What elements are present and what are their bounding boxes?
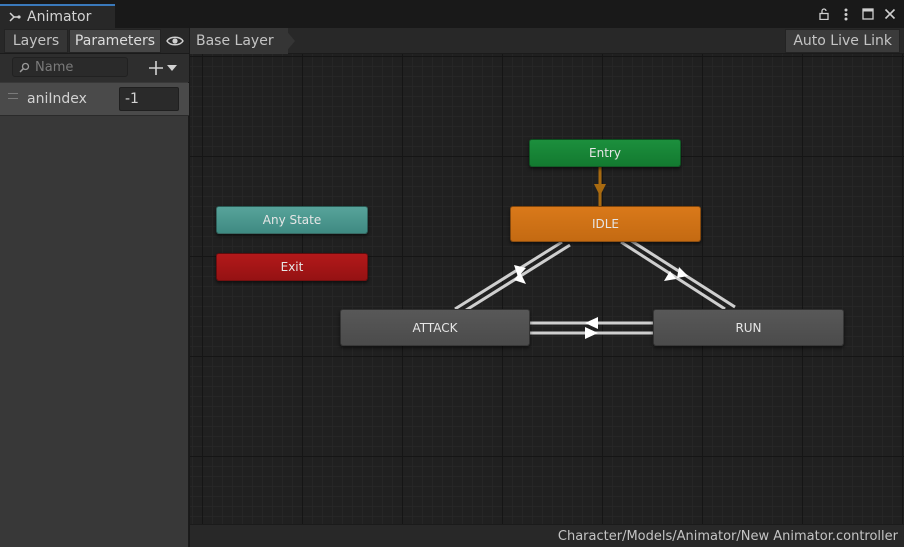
search-input[interactable] bbox=[35, 59, 115, 75]
eye-icon[interactable] bbox=[162, 29, 188, 53]
state-exit[interactable]: Exit bbox=[216, 253, 368, 281]
breadcrumb-layer: Base Layer bbox=[196, 33, 274, 49]
transition-attack-run[interactable] bbox=[530, 317, 653, 339]
parameters-panel: aniIndex bbox=[0, 54, 189, 547]
state-machine-graph[interactable]: Entry Any State Exit IDLE ATTACK RUN bbox=[190, 54, 904, 524]
transition-idle-attack[interactable] bbox=[454, 240, 571, 314]
search-icon bbox=[19, 62, 30, 73]
add-parameter-button[interactable] bbox=[148, 58, 184, 78]
breadcrumb-arrow bbox=[284, 28, 295, 54]
state-attack[interactable]: ATTACK bbox=[340, 309, 530, 346]
kebab-menu-icon[interactable] bbox=[838, 6, 854, 22]
plus-icon bbox=[149, 61, 163, 75]
parameter-search-row bbox=[0, 54, 189, 82]
parameter-row[interactable]: aniIndex bbox=[0, 83, 189, 116]
drag-handle-icon[interactable] bbox=[8, 93, 18, 99]
window-title: Animator bbox=[27, 9, 92, 25]
close-icon[interactable] bbox=[882, 6, 898, 22]
window-tab-strip: Animator bbox=[0, 0, 904, 28]
controller-path: Character/Models/Animator/New Animator.c… bbox=[557, 529, 898, 544]
parameter-name: aniIndex bbox=[27, 91, 87, 107]
auto-live-link-button[interactable]: Auto Live Link bbox=[785, 29, 900, 53]
transition-entry-idle[interactable] bbox=[594, 167, 606, 206]
transition-idle-run[interactable] bbox=[620, 238, 736, 311]
state-entry[interactable]: Entry bbox=[529, 139, 681, 167]
state-idle[interactable]: IDLE bbox=[510, 206, 701, 242]
state-run[interactable]: RUN bbox=[653, 309, 844, 346]
status-bar: Character/Models/Animator/New Animator.c… bbox=[190, 524, 904, 547]
transitions-layer bbox=[454, 167, 736, 339]
parameter-search[interactable] bbox=[12, 57, 128, 77]
lock-icon[interactable] bbox=[816, 6, 832, 22]
maximize-icon[interactable] bbox=[860, 6, 876, 22]
tab-parameters[interactable]: Parameters bbox=[69, 29, 161, 53]
state-any-state[interactable]: Any State bbox=[216, 206, 368, 234]
animator-toolbar: Layers Parameters Base Layer Auto Live L… bbox=[0, 28, 904, 54]
animator-icon bbox=[9, 12, 21, 22]
tab-layers[interactable]: Layers bbox=[4, 29, 68, 53]
breadcrumb[interactable]: Base Layer bbox=[190, 28, 288, 54]
animator-window-tab[interactable]: Animator bbox=[0, 4, 115, 28]
chevron-down-icon bbox=[167, 65, 177, 71]
parameter-value-field[interactable] bbox=[119, 87, 179, 111]
